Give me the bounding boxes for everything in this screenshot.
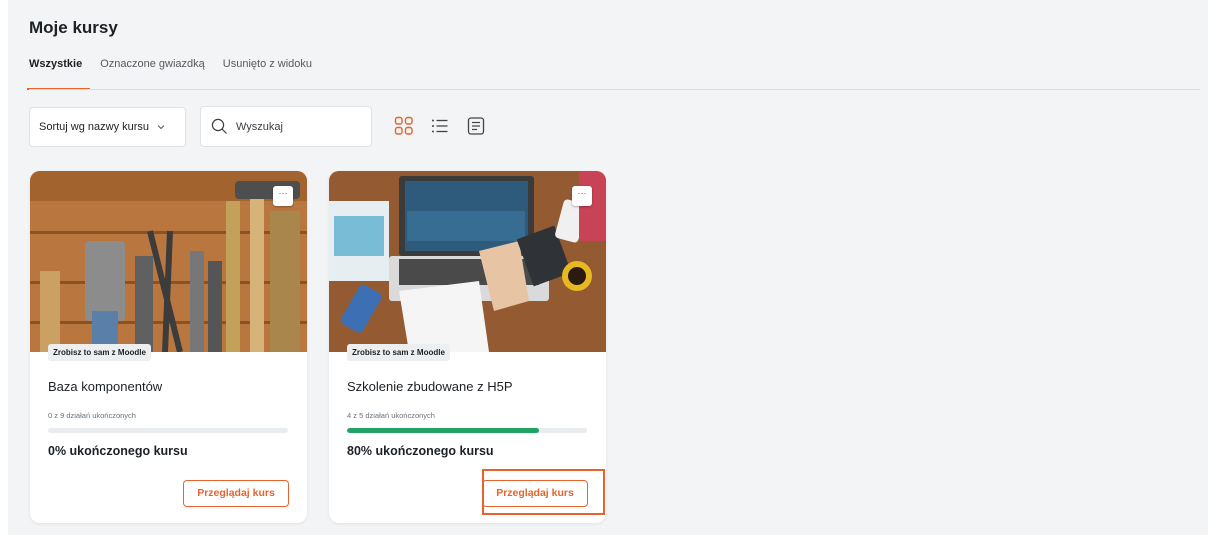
course-name[interactable]: Baza komponentów xyxy=(48,379,162,394)
search-icon xyxy=(211,118,227,134)
tab-starred[interactable]: Oznaczone gwiazdką xyxy=(100,56,205,90)
page-title: Moje kursy xyxy=(29,18,118,37)
progress-fill xyxy=(347,428,539,433)
tab-all[interactable]: Wszystkie xyxy=(26,56,91,90)
category-badge: Zrobisz to sam z Moodle xyxy=(48,344,151,361)
activity-count: 4 z 5 działań ukończonych xyxy=(347,411,435,420)
course-menu-button[interactable]: ··· xyxy=(273,186,293,206)
progress-bar xyxy=(48,428,288,433)
search-input[interactable] xyxy=(236,120,356,133)
chevron-down-icon xyxy=(157,125,165,130)
sort-dropdown[interactable]: Sortuj wg nazwy kursu xyxy=(29,107,186,147)
completion-percent: 0% ukończonego kursu xyxy=(48,444,188,458)
sort-label: Sortuj wg nazwy kursu xyxy=(39,121,150,133)
summary-view-icon[interactable] xyxy=(466,116,486,136)
highlight-annotation xyxy=(482,469,605,515)
activity-count: 0 z 9 działań ukończonych xyxy=(48,411,136,420)
my-courses-panel: Moje kursy Wszystkie Oznaczone gwiazdką … xyxy=(8,0,1208,535)
search-box xyxy=(200,106,372,147)
list-view-icon[interactable] xyxy=(430,116,450,136)
laptop-desk-image[interactable] xyxy=(329,171,606,352)
course-name[interactable]: Szkolenie zbudowane z H5P xyxy=(347,379,513,394)
course-card: ··· Zrobisz to sam z Moodle Baza kompone… xyxy=(30,171,307,523)
category-badge: Zrobisz to sam z Moodle xyxy=(347,344,450,361)
course-filter-tabs: Wszystkie Oznaczone gwiazdką Usunięto z … xyxy=(26,56,330,90)
tools-image[interactable] xyxy=(30,171,307,352)
completion-percent: 80% ukończonego kursu xyxy=(347,444,494,458)
course-menu-button[interactable]: ··· xyxy=(572,186,592,206)
grid-view-icon[interactable] xyxy=(394,116,414,136)
progress-bar xyxy=(347,428,587,433)
view-course-button[interactable]: Przeglądaj kurs xyxy=(183,480,289,507)
tab-hidden[interactable]: Usunięto z widoku xyxy=(223,56,312,90)
tabs-divider xyxy=(29,89,1200,90)
